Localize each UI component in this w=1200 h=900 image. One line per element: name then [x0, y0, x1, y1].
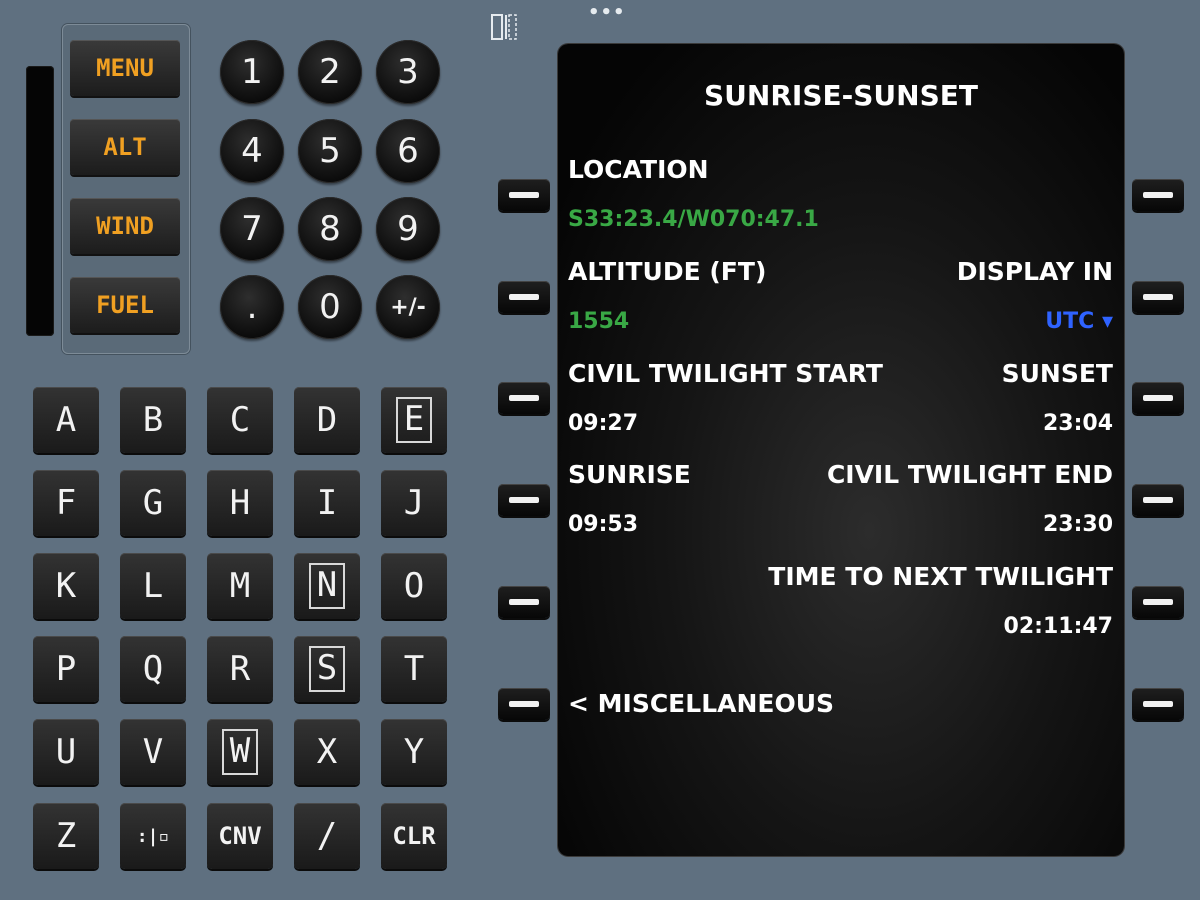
key-r[interactable]: R: [207, 636, 273, 702]
key-slash[interactable]: /: [294, 803, 360, 869]
key-z[interactable]: Z: [33, 803, 99, 869]
key-e[interactable]: E: [381, 387, 447, 453]
cdu-screen: SUNRISE-SUNSET LOCATION S33:23.4/W070:47…: [558, 44, 1124, 856]
sunrise-label: SUNRISE: [568, 460, 691, 489]
key-n[interactable]: N: [294, 553, 360, 619]
more-options-icon[interactable]: •••: [588, 2, 626, 23]
civil-twilight-start-value: 09:27: [568, 411, 639, 436]
lsk-left-6[interactable]: [498, 688, 550, 720]
key-a[interactable]: A: [33, 387, 99, 453]
sunrise-value: 09:53: [568, 512, 639, 537]
num-key-1[interactable]: 1: [220, 40, 284, 104]
num-key-5[interactable]: 5: [298, 119, 362, 183]
key-p[interactable]: P: [33, 636, 99, 702]
sunset-value: 23:04: [1042, 411, 1113, 436]
key-s-label: S: [308, 646, 346, 692]
time-to-next-twilight-label: TIME TO NEXT TWILIGHT: [768, 562, 1113, 591]
key-t[interactable]: T: [381, 636, 447, 702]
lsk-right-3[interactable]: [1132, 382, 1184, 414]
key-y[interactable]: Y: [381, 719, 447, 785]
key-b[interactable]: B: [120, 387, 186, 453]
key-q[interactable]: Q: [120, 636, 186, 702]
key-l[interactable]: L: [120, 553, 186, 619]
display-in-dropdown[interactable]: UTC ▾: [1045, 309, 1113, 334]
lsk-right-2[interactable]: [1132, 281, 1184, 313]
key-i[interactable]: I: [294, 470, 360, 536]
page-title: SUNRISE-SUNSET: [704, 79, 978, 112]
key-c[interactable]: C: [207, 387, 273, 453]
key-w[interactable]: W: [207, 719, 273, 785]
civil-twilight-end-label: CIVIL TWILIGHT END: [826, 460, 1113, 489]
num-key-8[interactable]: 8: [298, 197, 362, 261]
menu-key[interactable]: MENU: [70, 40, 180, 96]
key-u[interactable]: U: [33, 719, 99, 785]
brightness-slot: [26, 66, 54, 336]
altitude-value[interactable]: 1554: [568, 309, 629, 334]
num-key-9[interactable]: 9: [376, 197, 440, 261]
function-key-panel: MENU ALT WIND FUEL: [62, 24, 190, 354]
time-to-next-twilight-value: 02:11:47: [1003, 614, 1113, 639]
sunset-label: SUNSET: [1001, 359, 1113, 388]
altitude-label: ALTITUDE (FT): [568, 257, 767, 286]
lsk-right-6[interactable]: [1132, 688, 1184, 720]
key-cnv[interactable]: CNV: [207, 803, 273, 869]
location-value[interactable]: S33:23.4/W070:47.1: [568, 207, 819, 232]
civil-twilight-end-value: 23:30: [1042, 512, 1113, 537]
key-space-delimiter[interactable]: :|▫: [120, 803, 186, 869]
lsk-left-4[interactable]: [498, 484, 550, 516]
key-v[interactable]: V: [120, 719, 186, 785]
lsk-left-5[interactable]: [498, 586, 550, 618]
alt-key[interactable]: ALT: [70, 119, 180, 175]
lsk-left-2[interactable]: [498, 281, 550, 313]
plus-minus-key[interactable]: +/-: [376, 275, 440, 339]
key-w-label: W: [221, 729, 259, 775]
key-o[interactable]: O: [381, 553, 447, 619]
key-m[interactable]: M: [207, 553, 273, 619]
civil-twilight-start-label: CIVIL TWILIGHT START: [568, 359, 883, 388]
location-label: LOCATION: [568, 155, 709, 184]
key-g[interactable]: G: [120, 470, 186, 536]
num-key-3[interactable]: 3: [376, 40, 440, 104]
num-key-4[interactable]: 4: [220, 119, 284, 183]
num-key-7[interactable]: 7: [220, 197, 284, 261]
key-e-label: E: [395, 397, 433, 443]
key-s[interactable]: S: [294, 636, 360, 702]
key-x[interactable]: X: [294, 719, 360, 785]
key-d[interactable]: D: [294, 387, 360, 453]
key-f[interactable]: F: [33, 470, 99, 536]
key-n-label: N: [308, 563, 346, 609]
key-h[interactable]: H: [207, 470, 273, 536]
decimal-key[interactable]: .: [220, 275, 284, 339]
lsk-right-4[interactable]: [1132, 484, 1184, 516]
miscellaneous-link[interactable]: < MISCELLANEOUS: [568, 689, 834, 718]
num-key-0[interactable]: 0: [298, 275, 362, 339]
num-key-2[interactable]: 2: [298, 40, 362, 104]
display-in-label: DISPLAY IN: [956, 257, 1113, 286]
split-view-icon[interactable]: [490, 12, 518, 42]
key-clr[interactable]: CLR: [381, 803, 447, 869]
key-j[interactable]: J: [381, 470, 447, 536]
lsk-right-1[interactable]: [1132, 179, 1184, 211]
fuel-key[interactable]: FUEL: [70, 277, 180, 333]
wind-key[interactable]: WIND: [70, 198, 180, 254]
key-k[interactable]: K: [33, 553, 99, 619]
lsk-left-3[interactable]: [498, 382, 550, 414]
lsk-right-5[interactable]: [1132, 586, 1184, 618]
lsk-left-1[interactable]: [498, 179, 550, 211]
num-key-6[interactable]: 6: [376, 119, 440, 183]
